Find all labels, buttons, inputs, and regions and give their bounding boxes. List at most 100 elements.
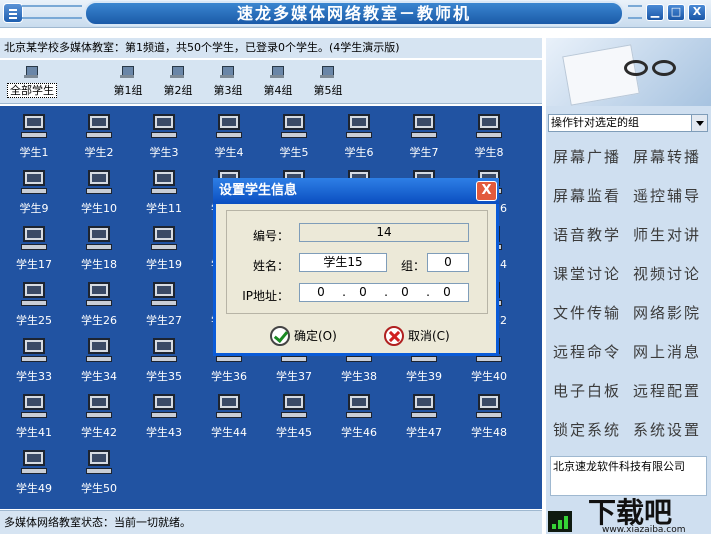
status-bar: 多媒体网络教室状态：当前一切就绪。	[0, 510, 542, 534]
student-label: 学生41	[16, 426, 52, 439]
function-button[interactable]: 遥控辅导	[630, 185, 704, 206]
student-computer[interactable]: 学生44	[199, 394, 259, 440]
group-field[interactable]: 0	[427, 253, 469, 272]
student-computer[interactable]: 学生35	[134, 338, 194, 384]
student-computer[interactable]: 学生50	[69, 450, 129, 496]
maximize-button[interactable]: □	[667, 4, 685, 21]
computer-icon	[86, 338, 112, 364]
set-student-info-dialog: 设置学生信息 X 编号： 14 姓名： 学生15 组： 0 IP地址： 0 . …	[213, 178, 499, 356]
student-label: 学生44	[211, 426, 247, 439]
ip-octet-1[interactable]: 0	[312, 284, 330, 301]
ip-octet-4[interactable]: 0	[438, 284, 456, 301]
function-button[interactable]: 语音教学	[550, 224, 624, 245]
student-label: 学生25	[16, 314, 52, 327]
student-label: 学生19	[146, 258, 182, 271]
function-button[interactable]: 屏幕广播	[550, 146, 624, 167]
student-label: 学生3	[149, 146, 179, 159]
student-computer[interactable]: 学生47	[394, 394, 454, 440]
student-label: 学生40	[471, 370, 507, 383]
student-computer[interactable]: 学生7	[394, 114, 454, 160]
group-icon	[270, 66, 286, 79]
close-button[interactable]: X	[688, 4, 706, 21]
student-computer[interactable]: 学生6	[329, 114, 389, 160]
ip-address-field[interactable]: 0 . 0 . 0 . 0	[299, 283, 469, 302]
computer-icon	[21, 338, 47, 364]
computer-icon	[21, 170, 47, 196]
student-computer[interactable]: 学生48	[459, 394, 519, 440]
ok-button[interactable]: 确定(O)	[266, 323, 352, 349]
student-computer[interactable]: 学生2	[69, 114, 129, 160]
student-computer[interactable]: 学生43	[134, 394, 194, 440]
student-computer[interactable]: 学生18	[69, 226, 129, 272]
student-label: 学生10	[81, 202, 117, 215]
group-icon	[170, 66, 186, 79]
student-computer[interactable]: 学生34	[69, 338, 129, 384]
student-label: 学生27	[146, 314, 182, 327]
group-all-students[interactable]: 全部学生	[2, 66, 62, 98]
function-button[interactable]: 锁定系统	[550, 419, 624, 440]
ip-octet-3[interactable]: 0	[396, 284, 414, 301]
student-computer[interactable]: 学生8	[459, 114, 519, 160]
student-computer[interactable]: 学生3	[134, 114, 194, 160]
student-computer[interactable]: 学生26	[69, 282, 129, 328]
student-computer[interactable]: 学生25	[4, 282, 64, 328]
function-button[interactable]: 系统设置	[630, 419, 704, 440]
computer-icon	[151, 114, 177, 140]
student-computer[interactable]: 学生49	[4, 450, 64, 496]
cancel-icon	[384, 326, 404, 346]
dialog-close-button[interactable]: X	[476, 181, 497, 201]
target-select[interactable]: 操作针对选定的组	[548, 114, 708, 132]
window-title: 速龙多媒体网络教室－教师机	[84, 1, 624, 26]
student-computer[interactable]: 学生5	[264, 114, 324, 160]
system-menu-icon[interactable]	[3, 3, 23, 23]
function-button[interactable]: 课堂讨论	[550, 263, 624, 284]
student-label: 学生43	[146, 426, 182, 439]
student-computer[interactable]: 学生1	[4, 114, 64, 160]
function-button[interactable]: 远程配置	[630, 380, 704, 401]
student-computer[interactable]: 学生4	[199, 114, 259, 160]
function-button[interactable]: 网上消息	[630, 341, 704, 362]
chevron-down-icon[interactable]	[691, 115, 707, 131]
computer-icon	[151, 394, 177, 420]
function-button[interactable]: 师生对讲	[630, 224, 704, 245]
computer-icon	[216, 114, 242, 140]
student-label: 学生26	[81, 314, 117, 327]
cancel-button[interactable]: 取消(C)	[380, 323, 466, 349]
function-button[interactable]: 电子白板	[550, 380, 624, 401]
student-computer[interactable]: 学生10	[69, 170, 129, 216]
function-button[interactable]: 网络影院	[630, 302, 704, 323]
student-computer[interactable]: 学生42	[69, 394, 129, 440]
student-computer[interactable]: 学生45	[264, 394, 324, 440]
group-5[interactable]: 第5组	[298, 66, 358, 98]
computer-icon	[411, 394, 437, 420]
minimize-button[interactable]: ▁	[646, 4, 664, 21]
ip-label: IP地址：	[242, 289, 289, 303]
ip-octet-2[interactable]: 0	[354, 284, 372, 301]
student-label: 学生18	[81, 258, 117, 271]
student-computer[interactable]: 学生41	[4, 394, 64, 440]
dialog-title: 设置学生信息	[219, 183, 298, 198]
name-label: 姓名：	[252, 259, 289, 273]
function-button[interactable]: 视频讨论	[630, 263, 704, 284]
student-computer[interactable]: 学生46	[329, 394, 389, 440]
student-computer[interactable]: 学生11	[134, 170, 194, 216]
group-bar: 全部学生 第1组 第2组 第3组 第4组 第5组	[0, 60, 542, 104]
computer-icon	[151, 282, 177, 308]
student-computer[interactable]: 学生27	[134, 282, 194, 328]
company-name: 北京速龙软件科技有限公司	[550, 456, 707, 496]
signal-indicator-icon	[548, 511, 572, 532]
function-button[interactable]: 屏幕转播	[630, 146, 704, 167]
student-label: 学生48	[471, 426, 507, 439]
ip-dot: .	[384, 285, 388, 299]
function-button[interactable]: 屏幕监看	[550, 185, 624, 206]
computer-icon	[21, 226, 47, 252]
function-button[interactable]: 远程命令	[550, 341, 624, 362]
function-button[interactable]: 文件传输	[550, 302, 624, 323]
student-computer[interactable]: 学生9	[4, 170, 64, 216]
group-icon	[320, 66, 336, 79]
student-computer[interactable]: 学生19	[134, 226, 194, 272]
paper-graphic	[562, 44, 640, 106]
student-computer[interactable]: 学生33	[4, 338, 64, 384]
group-label: 组：	[400, 259, 425, 273]
student-computer[interactable]: 学生17	[4, 226, 64, 272]
